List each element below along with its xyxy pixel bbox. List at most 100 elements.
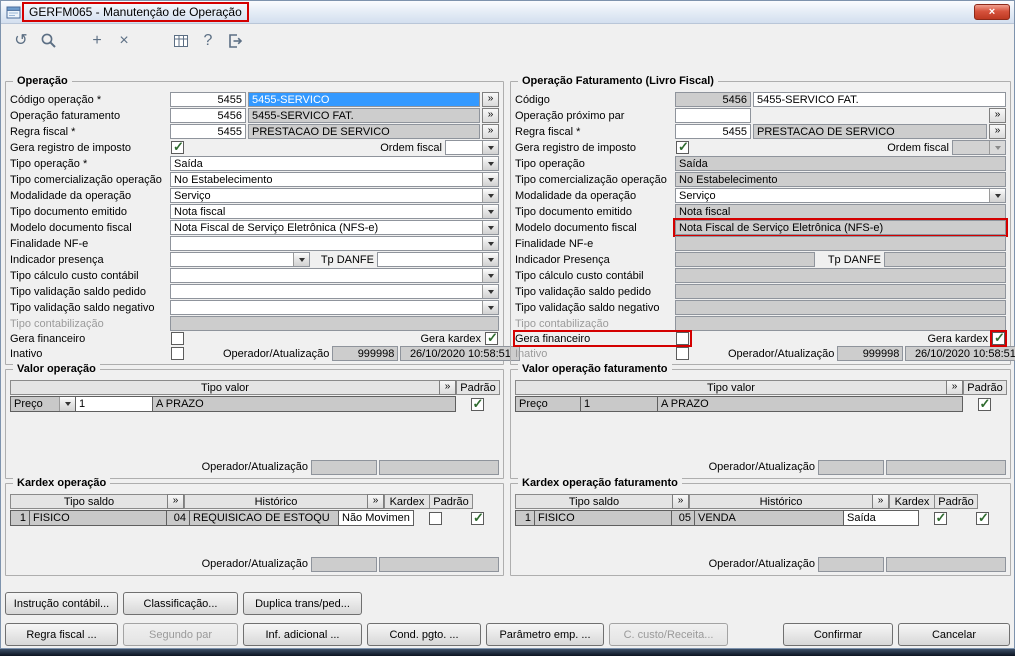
fat-proximo-par-input[interactable]: [675, 108, 751, 123]
fat-gera-financeiro-checkbox[interactable]: [676, 332, 689, 345]
parametro-emp-button[interactable]: Parâmetro emp. ...: [486, 623, 604, 646]
codigo-operacao-label: Código operação *: [10, 93, 102, 106]
exit-icon[interactable]: [225, 31, 245, 51]
valor-tipo-combobox[interactable]: Preço: [10, 396, 76, 412]
titlebar: GERFM065 - Manutenção de Operação ×: [1, 1, 1014, 24]
operacao-faturamento-desc-field: 5455-SERVICO FAT.: [248, 108, 480, 123]
row-fat-modalidade: Modalidade da operação Serviço: [515, 188, 1006, 203]
valor-faturamento-header: Tipo valor » Padrão: [515, 380, 1007, 395]
valor-operador-row: Operador/Atualização: [10, 459, 499, 475]
fat-kardex-saldo-num-cell[interactable]: 1: [515, 510, 535, 526]
modelo-documento-label: Modelo documento fiscal: [10, 221, 132, 234]
historico-lookup-button[interactable]: »: [367, 494, 384, 509]
gera-imposto-checkbox[interactable]: [171, 139, 184, 155]
modelo-documento-combobox[interactable]: Nota Fiscal de Serviço Eletrônica (NFS-e…: [170, 220, 499, 235]
valor-descricao-cell[interactable]: A PRAZO: [152, 396, 456, 412]
kardex-saldo-num-cell[interactable]: 1: [10, 510, 30, 526]
duplica-trans-ped-button[interactable]: Duplica trans/ped...: [243, 592, 362, 615]
fat-kardex-padrao-checkbox[interactable]: [976, 510, 989, 526]
fat-inativo-label: Inativo: [515, 347, 548, 360]
operacao-faturamento-input[interactable]: 5456: [170, 108, 246, 123]
cancelar-button[interactable]: Cancelar: [898, 623, 1010, 646]
fat-valor-padrao-checkbox[interactable]: [977, 396, 991, 412]
kardex-saldo-desc-cell[interactable]: FISICO: [29, 510, 167, 526]
fat-gera-kardex-checkbox[interactable]: [990, 330, 1007, 347]
codigo-operacao-lookup-button[interactable]: »: [482, 92, 499, 107]
codigo-operacao-desc-field[interactable]: 5455-SERVICO: [248, 92, 480, 107]
tipo-comercializacao-combobox[interactable]: No Estabelecimento: [170, 172, 499, 187]
finalidade-combobox[interactable]: [170, 236, 499, 251]
valor-faturamento-group: Valor operação faturamento Tipo valor » …: [510, 363, 1011, 479]
fat-kardex-saldo-desc-cell[interactable]: FISICO: [534, 510, 672, 526]
operador-atualizacao-label: Operador/Atualização: [223, 347, 330, 360]
fat-tipo-saldo-lookup-button[interactable]: »: [672, 494, 689, 509]
app-icon: [5, 4, 21, 20]
fat-codigo-desc-field[interactable]: 5455-SERVICO FAT.: [753, 92, 1006, 107]
tipo-valor-lookup-button[interactable]: »: [439, 380, 456, 395]
kardex-movimento-cell[interactable]: Não Movimen: [338, 510, 414, 526]
codigo-operacao-input[interactable]: 5455: [170, 92, 246, 107]
inativo-checkbox[interactable]: [171, 347, 184, 360]
kardex-operador-row: Operador/Atualização: [10, 556, 499, 572]
kardex-historico-desc-cell[interactable]: REQUISICAO DE ESTOQU: [189, 510, 339, 526]
kardex-kardex-checkbox[interactable]: [428, 511, 442, 525]
kardex-historico-num-cell[interactable]: 04: [166, 510, 190, 526]
fat-padrao-column-header: Padrão: [963, 380, 1007, 395]
fat-tipo-saldo-column-header: Tipo saldo: [515, 494, 673, 509]
fat-valor-tipo-cell[interactable]: Preço: [515, 396, 581, 412]
fat-modalidade-combobox[interactable]: Serviço: [675, 188, 1006, 203]
valor-sequencia-cell[interactable]: 1: [75, 396, 153, 412]
regra-fiscal-button[interactable]: Regra fiscal ...: [5, 623, 118, 646]
fat-gera-imposto-checkbox[interactable]: [676, 139, 689, 155]
saldo-pedido-combobox[interactable]: [170, 284, 499, 299]
classificacao-button[interactable]: Classificação...: [123, 592, 238, 615]
fat-kardex-historico-desc-cell[interactable]: VENDA: [694, 510, 844, 526]
valor-padrao-checkbox[interactable]: [470, 396, 484, 412]
fat-regra-fiscal-lookup-button[interactable]: »: [989, 124, 1006, 139]
fat-kardex-historico-num-cell[interactable]: 05: [671, 510, 695, 526]
tipo-operacao-combobox[interactable]: Saída: [170, 156, 499, 171]
ordem-fiscal-combobox[interactable]: [445, 140, 499, 155]
saldo-negativo-combobox[interactable]: [170, 300, 499, 315]
confirmar-button[interactable]: Confirmar: [783, 623, 893, 646]
fat-saldo-negativo-field: [675, 300, 1006, 315]
tipo-calculo-combobox[interactable]: [170, 268, 499, 283]
instrucao-contabil-button[interactable]: Instrução contábil...: [5, 592, 118, 615]
row-fat-tipo-calculo: Tipo cálculo custo contábil: [515, 268, 1006, 283]
button-row-2: Regra fiscal ... Segundo par Inf. adicio…: [5, 623, 1010, 646]
tipo-contabilizacao-label: Tipo contabilização: [10, 317, 104, 330]
close-button[interactable]: ×: [974, 4, 1010, 20]
cond-pgto-button[interactable]: Cond. pgto. ...: [367, 623, 481, 646]
kardex-padrao-checkbox[interactable]: [471, 510, 484, 526]
row-gera-imposto: Gera registro de imposto Ordem fiscal: [10, 139, 499, 155]
search-icon[interactable]: [38, 31, 58, 51]
inf-adicional-button[interactable]: Inf. adicional ...: [243, 623, 362, 646]
help-icon[interactable]: ?: [198, 31, 218, 51]
operacao-faturamento-group-legend: Operação Faturamento (Livro Fiscal): [518, 75, 718, 87]
add-icon[interactable]: +: [87, 31, 107, 51]
modalidade-combobox[interactable]: Serviço: [170, 188, 499, 203]
operacao-faturamento-lookup-button[interactable]: »: [482, 108, 499, 123]
regra-fiscal-input[interactable]: 5455: [170, 124, 246, 139]
fat-kardex-kardex-checkbox[interactable]: [933, 510, 947, 526]
tipo-saldo-lookup-button[interactable]: »: [167, 494, 184, 509]
indicador-presenca-combobox[interactable]: [170, 252, 310, 267]
fat-historico-lookup-button[interactable]: »: [872, 494, 889, 509]
tipo-documento-combobox[interactable]: Nota fiscal: [170, 204, 499, 219]
fat-kardex-movimento-cell[interactable]: Saída: [843, 510, 919, 526]
regra-fiscal-lookup-button[interactable]: »: [482, 124, 499, 139]
fat-historico-column-header: Histórico: [689, 494, 873, 509]
gera-financeiro-checkbox[interactable]: [171, 332, 184, 345]
gera-kardex-checkbox[interactable]: [485, 330, 498, 346]
row-tipo-operacao: Tipo operação * Saída: [10, 156, 499, 171]
tp-danfe-combobox[interactable]: [377, 252, 499, 267]
fat-regra-fiscal-input[interactable]: 5455: [675, 124, 751, 139]
fat-kardex-padrao-cell: [962, 510, 1003, 526]
browse-grid-icon[interactable]: [171, 31, 191, 51]
fat-proximo-par-lookup-button[interactable]: »: [989, 108, 1006, 123]
undo-icon[interactable]: ↺: [11, 31, 31, 51]
fat-valor-descricao-cell[interactable]: A PRAZO: [657, 396, 963, 412]
fat-tipo-valor-lookup-button[interactable]: »: [946, 380, 963, 395]
delete-icon[interactable]: ×: [114, 31, 134, 51]
fat-valor-sequencia-cell[interactable]: 1: [580, 396, 658, 412]
